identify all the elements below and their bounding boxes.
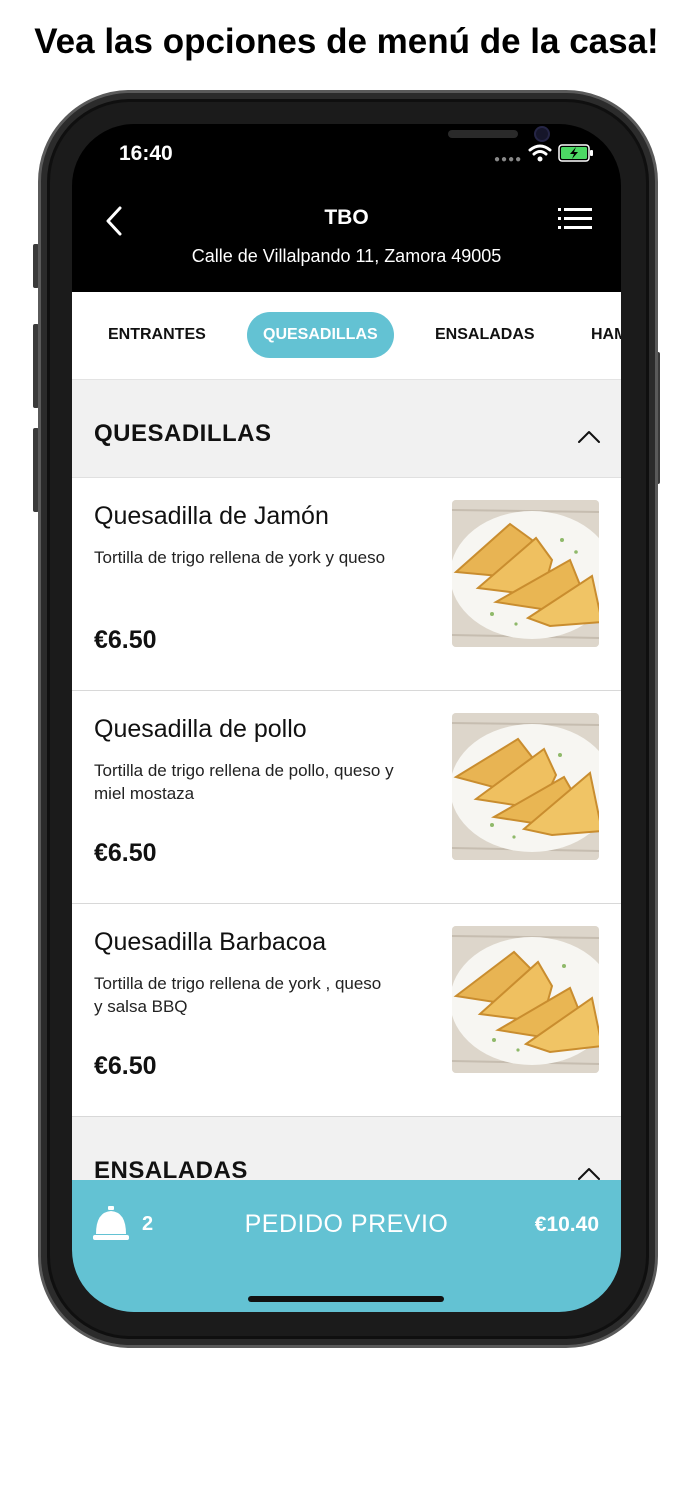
item-name: Quesadilla Barbacoa (94, 928, 327, 956)
status-bar: 16:40 ●●●● (72, 124, 621, 190)
speaker (448, 130, 518, 138)
signal-dots-icon: ●●●● (494, 154, 523, 165)
restaurant-address: Calle de Villalpando 11, Zamora 49005 (191, 246, 502, 266)
item-price: €6.50 (94, 839, 157, 867)
item-description: Tortilla de trigo rellena de york y ques… (94, 548, 386, 567)
item-price: €6.50 (94, 626, 157, 654)
item-name: Quesadilla de pollo (94, 715, 307, 743)
page-headline: Vea las opciones de menú de la casa! (34, 22, 659, 61)
chevron-up-icon[interactable] (577, 1167, 601, 1180)
quesadilla-photo-illustration (452, 713, 599, 860)
tab-hamburguesas[interactable]: HAMBURGUESAS (575, 312, 621, 358)
battery-charging-icon (558, 144, 593, 162)
wifi-icon (528, 144, 552, 162)
item-name: Quesadilla de Jamón (94, 502, 329, 530)
section-title: ENSALADAS (94, 1157, 248, 1180)
app-screen: 16:40 ●●●● TBO Calle de Villalpando 11, (72, 124, 621, 1312)
quesadilla-photo-illustration (452, 500, 599, 647)
order-total: €10.40 (534, 1213, 599, 1236)
notch (208, 124, 550, 164)
menu-content: QUESADILLAS Quesadilla de Jamón Tortilla… (72, 380, 621, 1180)
tab-quesadillas[interactable]: QUESADILLAS (247, 312, 394, 358)
menu-item[interactable]: Quesadilla de pollo Tortilla de trigo re… (72, 691, 621, 904)
item-price: €6.50 (94, 1052, 157, 1080)
menu-item[interactable]: Quesadilla Barbacoa Tortilla de trigo re… (72, 904, 621, 1117)
category-tabs: ENTRANTES QUESADILLAS ENSALADAS HAMBURGU… (72, 292, 621, 380)
chevron-up-icon[interactable] (577, 430, 601, 444)
menu-lines-icon[interactable] (558, 206, 592, 232)
front-camera (534, 126, 550, 142)
pre-order-bar[interactable]: 2 PEDIDO PREVIO €10.40 (72, 1180, 621, 1312)
item-photo (452, 713, 599, 860)
restaurant-title: TBO (324, 206, 369, 229)
item-description: Tortilla de trigo rellena de pollo, ques… (94, 761, 394, 803)
home-indicator (248, 1296, 444, 1302)
app-header: TBO Calle de Villalpando 11, Zamora 4900… (72, 190, 621, 292)
tab-entrantes[interactable]: ENTRANTES (92, 312, 222, 358)
item-description: Tortilla de trigo rellena de york , ques… (94, 974, 382, 1016)
tab-ensaladas[interactable]: ENSALADAS (419, 312, 551, 358)
section-header-ensaladas[interactable]: ENSALADAS (72, 1117, 621, 1180)
status-time: 16:40 (119, 142, 173, 165)
section-header-quesadillas[interactable]: QUESADILLAS (72, 380, 621, 478)
menu-item[interactable]: Quesadilla de Jamón Tortilla de trigo re… (72, 478, 621, 691)
quesadilla-photo-illustration (452, 926, 599, 1073)
item-photo (452, 500, 599, 647)
item-photo (452, 926, 599, 1073)
section-title: QUESADILLAS (94, 420, 272, 447)
